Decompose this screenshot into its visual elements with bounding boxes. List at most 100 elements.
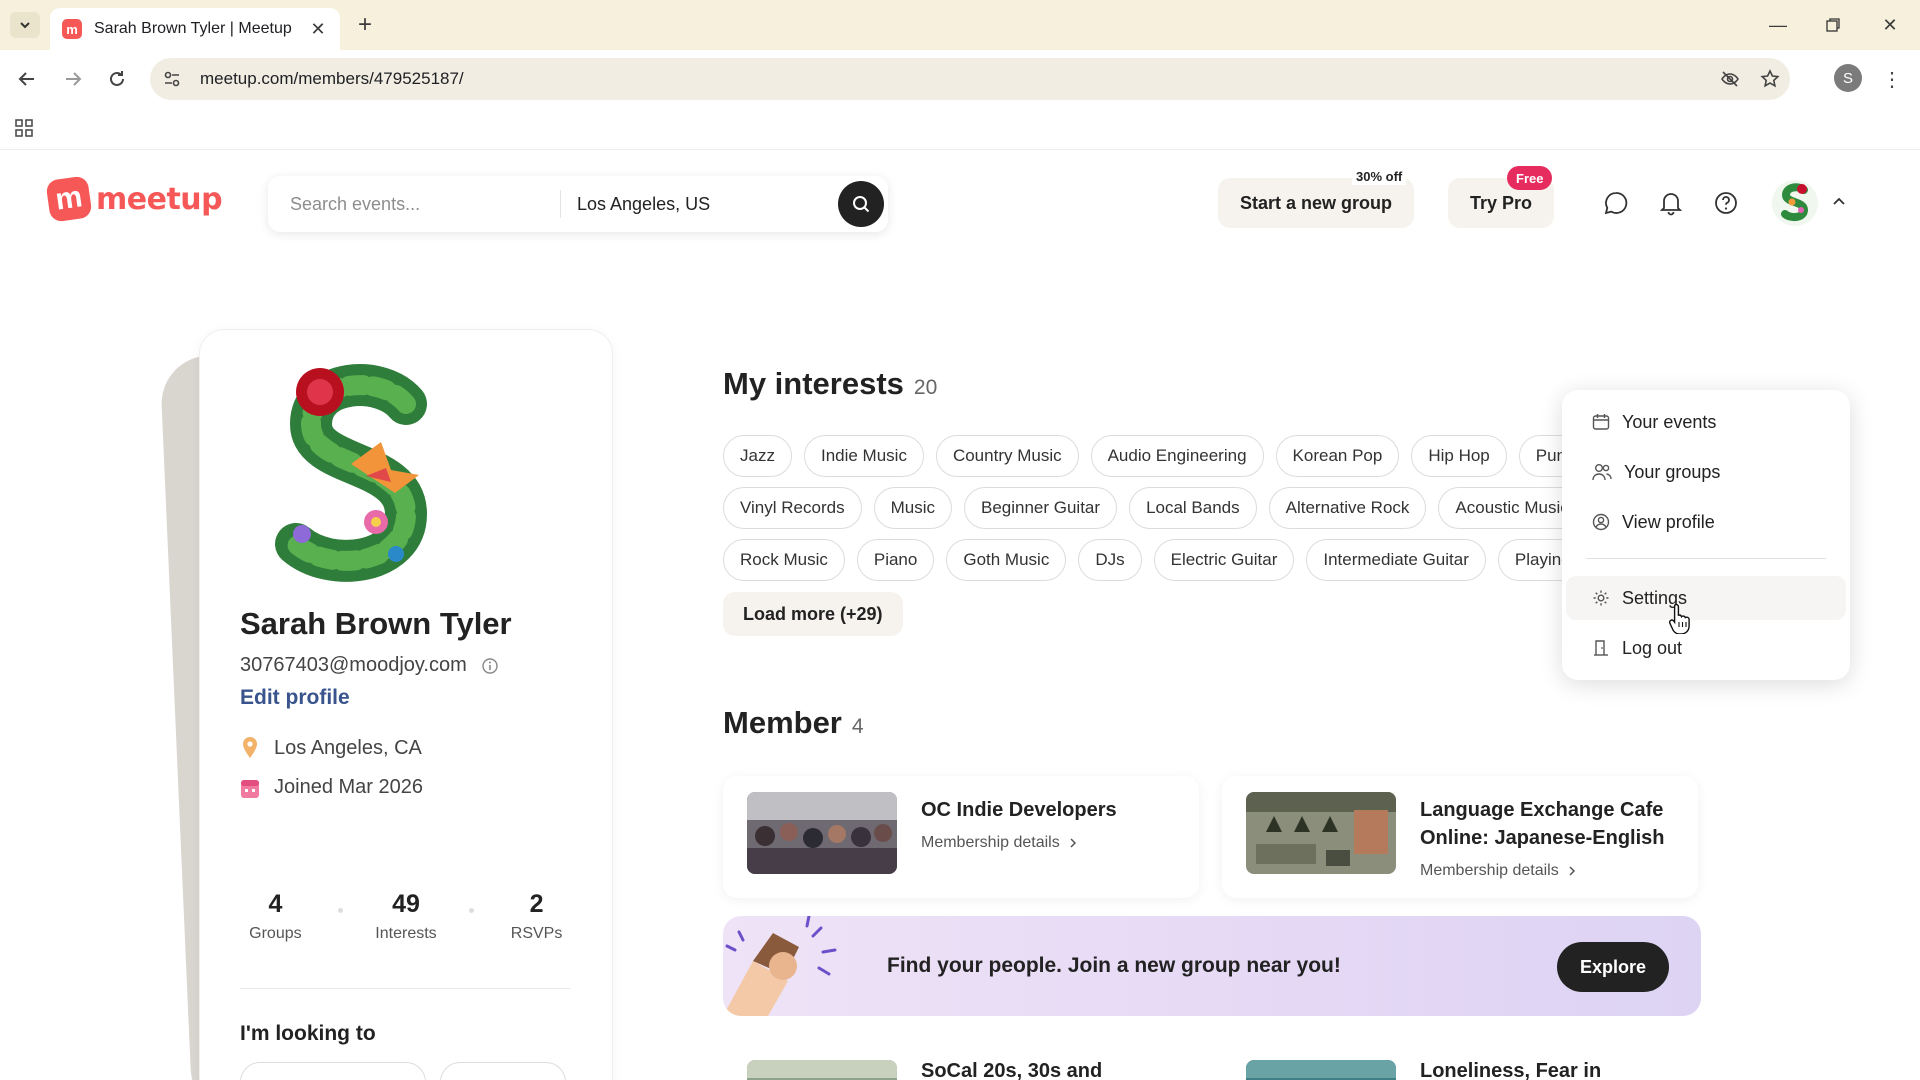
stat-label: Interests (375, 925, 437, 942)
member-count: 4 (851, 715, 864, 738)
restore-button[interactable] (1815, 10, 1851, 40)
browser-menu-icon[interactable]: ⋮ (1880, 64, 1904, 94)
menu-item-log-out[interactable]: Log out (1566, 626, 1846, 670)
membership-details-link[interactable]: Membership details (921, 834, 1078, 852)
interest-chip[interactable]: Vinyl Records (723, 487, 862, 529)
interest-chip[interactable]: Local Bands (1129, 487, 1257, 529)
group-card[interactable]: Language Exchange Cafe Online: Japanese-… (1222, 776, 1698, 898)
interest-chip[interactable]: Electric Guitar (1153, 539, 1295, 581)
interest-chip[interactable]: Intermediate Guitar (1306, 539, 1486, 581)
stat-label: RSVPs (510, 925, 563, 942)
search-button[interactable] (838, 181, 884, 227)
looking-to-chip[interactable] (440, 1062, 566, 1080)
group-card[interactable]: OC Indie Developers Membership details (723, 776, 1199, 898)
forward-button[interactable] (58, 64, 88, 94)
tracking-eye-off-icon[interactable] (1710, 69, 1750, 89)
url-text[interactable]: meetup.com/members/479525187/ (200, 69, 1710, 89)
apps-grid-icon[interactable] (14, 118, 34, 143)
group-name[interactable]: Language Exchange Cafe Online: Japanese-… (1420, 796, 1680, 852)
bell-icon (1659, 193, 1683, 216)
chevron-right-icon (1070, 838, 1076, 848)
menu-item-label: Your events (1622, 411, 1717, 432)
interest-chip[interactable]: Hip Hop (1411, 435, 1507, 477)
interest-chip[interactable]: Audio Engineering (1090, 435, 1264, 477)
interest-chip[interactable]: Indie Music (803, 435, 924, 477)
meetup-favicon-icon: m (62, 19, 82, 39)
notifications-button[interactable] (1656, 188, 1686, 218)
chevron-right-icon (1569, 866, 1575, 876)
profile-card: Sarah Brown Tyler 30767403@moodjoy.com E… (200, 330, 612, 1080)
profile-email: 30767403@moodjoy.com (240, 654, 467, 676)
interest-chip[interactable]: Alternative Rock (1268, 487, 1427, 529)
group-photo (1246, 1060, 1396, 1080)
meetup-logo-mark-icon: m (45, 175, 93, 223)
back-button[interactable] (12, 64, 42, 94)
people-icon (1592, 464, 1612, 481)
menu-item-settings[interactable]: Settings (1566, 576, 1846, 620)
new-tab-button[interactable]: + (352, 12, 378, 38)
interest-chip[interactable]: Goth Music (946, 539, 1067, 581)
group-photo (1246, 792, 1396, 874)
menu-divider (1586, 558, 1826, 559)
stat-value: 49 (392, 890, 420, 918)
explore-button[interactable]: Explore (1557, 942, 1669, 992)
bookmarks-bar (0, 108, 1920, 150)
interest-chip[interactable]: Beginner Guitar (963, 487, 1118, 529)
calendar-icon (241, 779, 259, 798)
menu-item-view-profile[interactable]: View profile (1566, 500, 1846, 544)
meetup-logo-text: meetup (96, 181, 223, 217)
interest-chip[interactable]: Korean Pop (1275, 435, 1400, 477)
load-more-interests-button[interactable]: Load more (+29) (723, 592, 903, 636)
promo-badge: 30% off (1352, 168, 1407, 185)
help-circle-icon (1715, 192, 1737, 214)
group-card[interactable]: Loneliness, Fear in (1222, 1048, 1698, 1080)
profile-name: Sarah Brown Tyler (240, 606, 512, 641)
group-name[interactable]: SoCal 20s, 30s and (921, 1060, 1102, 1080)
looking-to-chip[interactable] (240, 1062, 426, 1080)
bookmark-star-icon[interactable] (1750, 69, 1790, 89)
profile-joined: Joined Mar 2026 (274, 776, 423, 798)
profile-joined-row: Joined Mar 2026 (240, 776, 423, 799)
interest-row-1: Jazz Indie Music Country Music Audio Eng… (723, 435, 1609, 477)
address-bar[interactable]: meetup.com/members/479525187/ (150, 58, 1790, 100)
interest-chip[interactable]: Jazz (723, 435, 792, 477)
interest-chip[interactable]: Rock Music (723, 539, 845, 581)
interest-chip[interactable]: Piano (856, 539, 935, 581)
messages-button[interactable] (1601, 188, 1631, 218)
group-card[interactable]: SoCal 20s, 30s and (723, 1048, 1199, 1080)
stat-rsvps[interactable]: 2 RSVPs (497, 890, 577, 943)
info-icon[interactable] (481, 657, 499, 675)
edit-profile-link[interactable]: Edit profile (240, 686, 350, 710)
interest-chip[interactable]: Music (873, 487, 952, 529)
membership-details-link[interactable]: Membership details (1420, 862, 1577, 880)
minimize-button[interactable]: — (1760, 10, 1796, 40)
group-name[interactable]: OC Indie Developers (921, 796, 1181, 824)
reload-button[interactable] (102, 64, 132, 94)
search-icon (853, 196, 870, 213)
start-new-group-button[interactable]: Start a new group (1218, 178, 1414, 228)
user-avatar-button[interactable] (1772, 180, 1818, 226)
close-tab-icon[interactable]: ✕ (308, 19, 328, 40)
floral-s-avatar-icon (1781, 183, 1809, 222)
interest-chip[interactable]: Country Music (935, 435, 1079, 477)
menu-item-label: Your groups (1624, 461, 1721, 482)
stat-groups[interactable]: 4 Groups (235, 890, 315, 943)
help-button[interactable] (1711, 188, 1741, 218)
search-input[interactable] (290, 193, 560, 215)
menu-item-your-groups[interactable]: Your groups (1566, 450, 1846, 494)
interests-title-text: My interests (723, 366, 904, 401)
meetup-logo[interactable]: m meetup (45, 175, 223, 223)
group-name[interactable]: Loneliness, Fear in (1420, 1060, 1601, 1080)
site-info-icon[interactable] (150, 70, 194, 88)
stat-interests[interactable]: 49 Interests (366, 890, 446, 943)
tab-search-button[interactable] (10, 12, 40, 38)
chevron-up-icon[interactable] (1828, 190, 1850, 212)
browser-profile-avatar[interactable]: S (1834, 64, 1862, 92)
close-window-button[interactable]: ✕ (1872, 10, 1908, 40)
stat-value: 4 (268, 890, 283, 918)
arrow-left-icon (18, 72, 34, 86)
interest-chip[interactable]: DJs (1078, 539, 1142, 581)
menu-item-your-events[interactable]: Your events (1566, 400, 1846, 444)
location-input[interactable] (577, 193, 837, 215)
browser-tab[interactable]: m Sarah Brown Tyler | Meetup ✕ (50, 8, 340, 50)
